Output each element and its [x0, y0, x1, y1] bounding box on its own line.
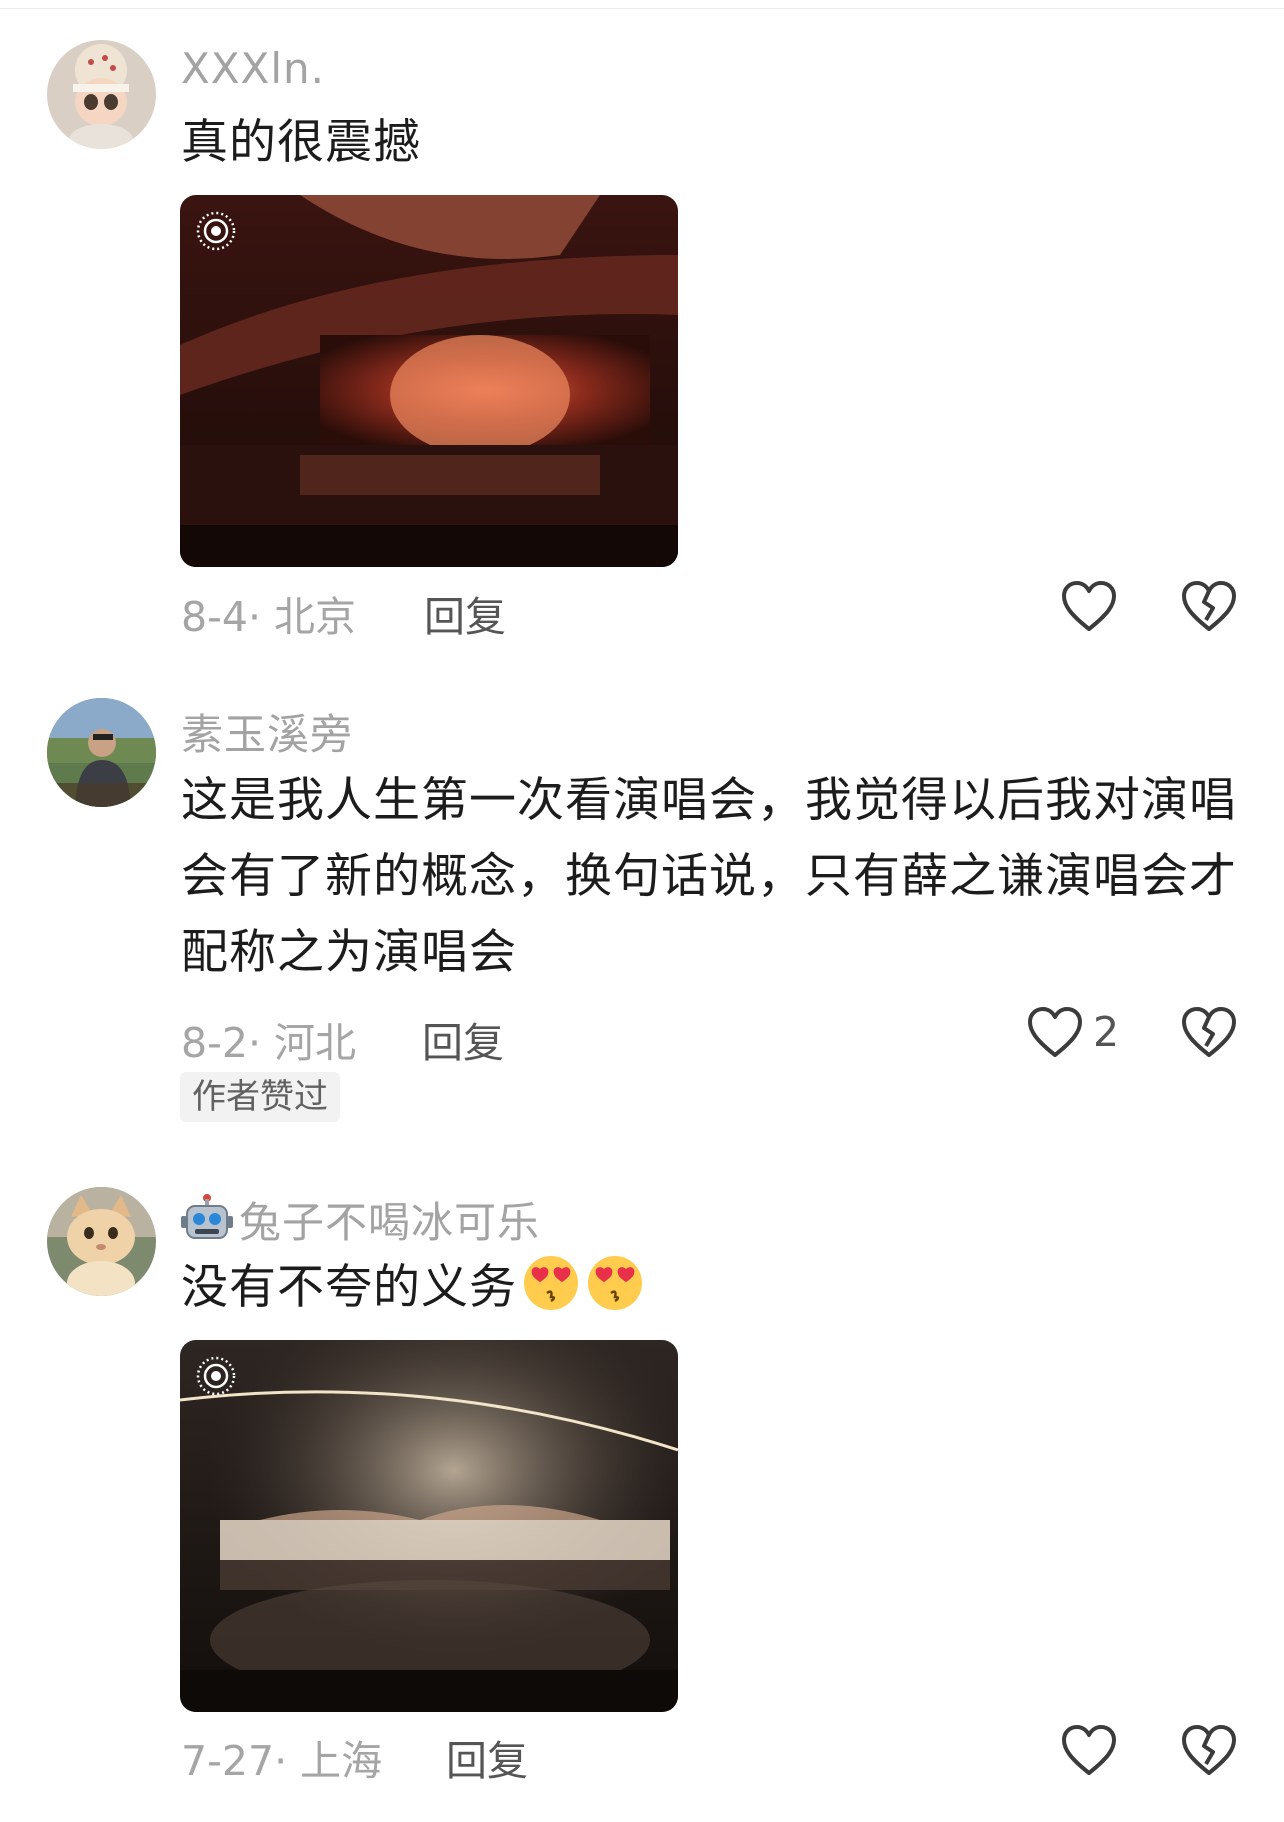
heart-eyes-emoji — [588, 1256, 642, 1310]
live-photo-icon — [196, 211, 236, 251]
reply-button[interactable]: 回复 — [446, 1727, 528, 1787]
comment-text: 没有不夸的义务 — [181, 1250, 1241, 1326]
comment-text: 这是我人生第一次看演唱会，我觉得以后我对演唱会有了新的概念，换句话说，只有薛之谦… — [181, 773, 1237, 980]
avatar[interactable] — [47, 698, 156, 807]
avatar-doll-icon — [47, 40, 156, 149]
comment-date: 7-27 — [181, 1737, 275, 1785]
comment-date: 8-4 — [181, 593, 248, 641]
comment-meta: 7-27· 上海 — [181, 1737, 383, 1785]
comment-date: 8-2 — [181, 1019, 248, 1067]
author-liked-badge: 作者赞过 — [180, 1072, 340, 1122]
concert-photo-red — [180, 195, 678, 567]
live-photo-icon — [196, 1356, 236, 1396]
comment-image[interactable] — [180, 195, 678, 567]
robot-emoji — [181, 1194, 233, 1239]
comment-image[interactable] — [180, 1340, 678, 1712]
reply-button[interactable]: 回复 — [424, 583, 506, 643]
avatar[interactable] — [47, 40, 156, 149]
heart-icon[interactable] — [1060, 580, 1118, 634]
heart-eyes-emoji — [524, 1256, 578, 1310]
broken-heart-icon[interactable] — [1180, 580, 1238, 634]
avatar-man-icon — [47, 698, 156, 807]
like-count: 2 — [1093, 1008, 1120, 1056]
username-text: 兔子不喝冰可乐 — [239, 1198, 541, 1247]
comment-location: 河北 — [274, 1019, 357, 1067]
username[interactable]: 兔子不喝冰可乐 — [181, 1189, 540, 1250]
comment-meta: 8-4· 北京 — [181, 593, 357, 641]
broken-heart-icon[interactable] — [1180, 1006, 1238, 1060]
reply-button[interactable]: 回复 — [422, 1009, 504, 1069]
avatar[interactable] — [47, 1187, 156, 1296]
comment-location: 北京 — [274, 593, 357, 641]
comment-meta: 8-2· 河北 — [181, 1019, 357, 1067]
concert-photo-dark — [180, 1340, 678, 1712]
comment-text-body: 没有不夸的义务 — [181, 1260, 517, 1315]
comment-text: 真的很震撼 — [181, 115, 421, 170]
top-divider — [0, 8, 1284, 9]
heart-icon[interactable] — [1060, 1724, 1118, 1778]
avatar-cat-icon — [47, 1187, 156, 1296]
heart-icon[interactable] — [1026, 1006, 1084, 1060]
broken-heart-icon[interactable] — [1180, 1724, 1238, 1778]
comment-location: 上海 — [300, 1737, 383, 1785]
username[interactable]: XXXln. — [181, 44, 325, 93]
username[interactable]: 素玉溪旁 — [181, 701, 353, 762]
